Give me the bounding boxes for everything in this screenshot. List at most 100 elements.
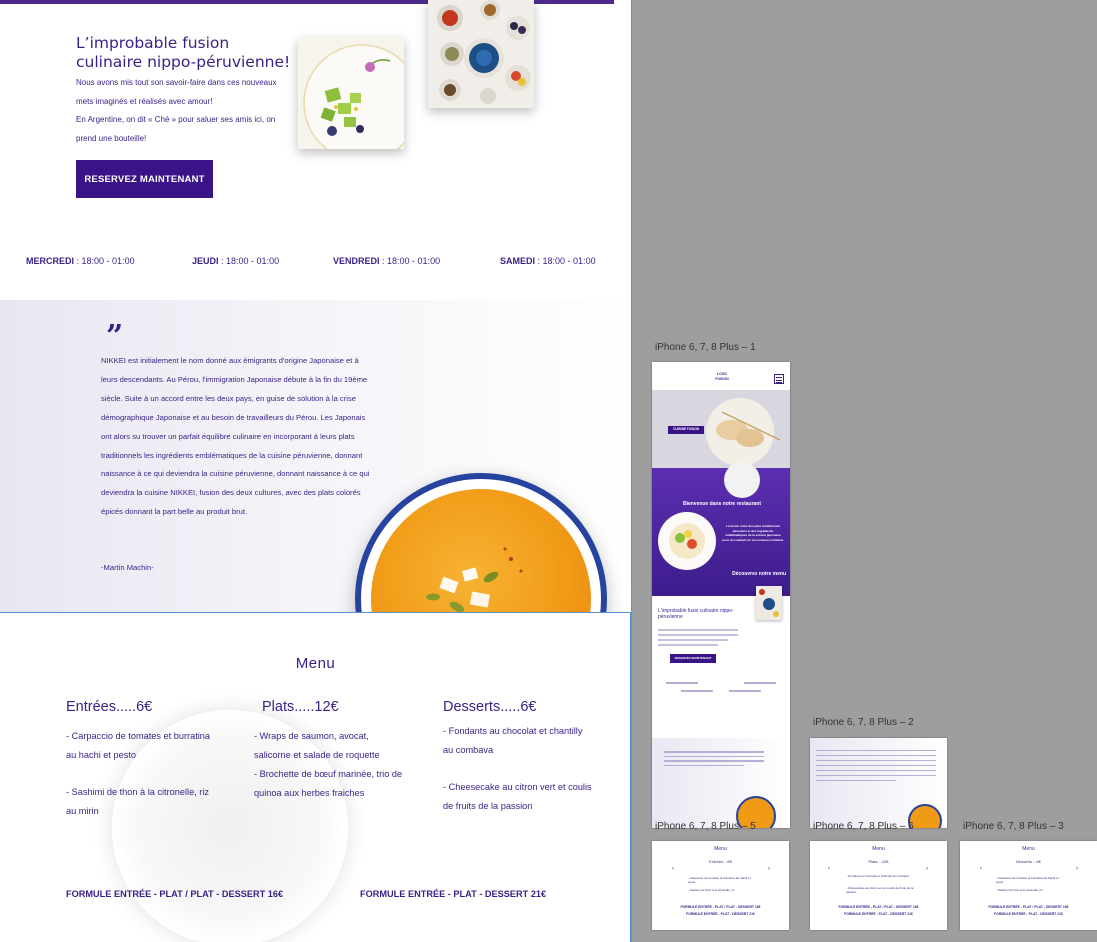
mini-card-line2: - Sashimi de thon à la citronelle, riz <box>688 888 735 892</box>
artboard-label-2[interactable]: iPhone 6, 7, 8 Plus – 2 <box>813 717 914 728</box>
mini-card-head: Entrées....6€ <box>709 859 732 864</box>
artboard-label-1[interactable]: iPhone 6, 7, 8 Plus – 1 <box>655 342 756 353</box>
prev-arrow-icon[interactable]: ‹ <box>828 866 845 872</box>
mini-welcome-blurb: La fusion entre des plats traditionnels … <box>722 524 784 542</box>
hours-wednesday: MERCREDI : 18:00 - 01:00 <box>26 256 135 266</box>
entrees-list: - Carpaccio de tomates et burratina au h… <box>66 727 246 821</box>
mini-card-line1: - Fondants au chocolat et chantilly au c… <box>846 874 909 878</box>
mini-formula-2: FORMULE ENTRÉE - PLAT - DESSERT 21€ <box>994 912 1063 916</box>
hours-saturday: SAMEDI : 18:00 - 01:00 <box>500 256 596 266</box>
mini-quote-lines <box>816 746 936 785</box>
day-label: JEUDI <box>192 256 219 266</box>
mini-discover: Découvrez notre menu <box>732 571 786 577</box>
desktop-artboard: L’improbable fusion culinaire nippo-péru… <box>0 0 631 942</box>
canvas-divider <box>631 0 632 942</box>
mini-hero-paragraph <box>658 626 738 649</box>
formula-16: FORMULE ENTRÉE - PLAT / PLAT - DESSERT 1… <box>66 889 284 899</box>
mini-card-line1: - Carpaccio de tomates et burratina au h… <box>688 876 751 884</box>
mini-hero-title: L'improbable fusio culinaire nippo-péruv… <box>658 608 734 620</box>
menu-line: - Sashimi de thon à la citronelle, riz <box>66 787 209 797</box>
menu-line: au hachi et pesto <box>66 750 136 760</box>
mini-menu-title: Menu <box>714 846 727 852</box>
time-range: 18:00 - 01:00 <box>387 256 441 266</box>
menu-line: - Wraps de saumon, avocat, <box>254 731 369 741</box>
mini-badge-label: CUISINE FUSION <box>673 427 699 431</box>
entrees-title: Entrées.....6€ <box>66 699 153 715</box>
next-arrow-icon[interactable]: › <box>1076 866 1093 872</box>
mini-card-head: Desserts....6€ <box>1016 859 1041 864</box>
quote-text: NIKKEI est initialement le nom donné aux… <box>101 356 370 517</box>
mini-reserve-label: RESERVEZ MAINTENANT <box>674 656 712 660</box>
hero-title-line1: L’improbable fusion <box>76 34 230 52</box>
artboard-label-5[interactable]: iPhone 6, 7, 8 Plus – 5 <box>655 821 756 832</box>
hamburger-menu-icon[interactable] <box>774 374 784 384</box>
prev-arrow-icon[interactable]: ‹ <box>980 866 997 872</box>
time-range: 18:00 - 01:00 <box>542 256 596 266</box>
iphone-artboard-2[interactable] <box>810 738 947 828</box>
iphone-artboard-3[interactable]: Menu Desserts....6€ ‹ › - Carpaccio de t… <box>960 841 1097 930</box>
desserts-title: Desserts.....6€ <box>443 699 537 715</box>
mini-formula-1: FORMULE ENTRÉE - PLAT / PLAT - DESSERT 1… <box>680 905 761 909</box>
mini-card-line2: - Cheesecake au citron vert et coulis de… <box>846 886 914 894</box>
menu-line: au combava <box>443 745 494 755</box>
menu-line: - Cheesecake au citron vert et coulis <box>443 782 592 792</box>
mini-spice-art <box>759 589 779 617</box>
next-arrow-icon[interactable]: › <box>768 866 785 872</box>
menu-line: au mirin <box>66 806 99 816</box>
next-arrow-icon[interactable]: › <box>926 866 943 872</box>
plats-title: Plats.....12€ <box>262 699 339 715</box>
day-label: SAMEDI <box>500 256 536 266</box>
mini-formula-1: FORMULE ENTRÉE - PLAT / PLAT - DESSERT 1… <box>988 905 1069 909</box>
hero-title-line2: culinaire nippo-péruvienne! <box>76 53 291 71</box>
hero-title: L’improbable fusion culinaire nippo-péru… <box>76 34 306 72</box>
iphone-artboard-5[interactable]: Menu Entrées....6€ ‹ › - Carpaccio de to… <box>652 841 789 930</box>
hero-paragraph-2: En Argentine, on dit « Ché » pour saluer… <box>76 115 276 143</box>
prev-arrow-icon[interactable]: ‹ <box>672 866 689 872</box>
mini-menu-title: Menu <box>1022 846 1035 852</box>
reserve-button[interactable]: RESERVEZ MAINTENANT <box>76 160 213 198</box>
formula-21: FORMULE ENTRÉE - PLAT - DESSERT 21€ <box>360 889 547 899</box>
menu-line: - Fondants au chocolat et chantilly <box>443 726 583 736</box>
mini-menu-title: Menu <box>872 846 885 852</box>
iphone-artboard-1[interactable]: LOGO FUSION CUISINE FUSION Bienvenue dan… <box>652 362 790 828</box>
mini-formula-2: FORMULE ENTRÉE - PLAT - DESSERT 21€ <box>686 912 755 916</box>
artboard-label-3[interactable]: iPhone 6, 7, 8 Plus – 3 <box>963 821 1064 832</box>
menu-line <box>66 765 246 783</box>
menu-line: quinoa aux herbes fraiches <box>254 788 365 798</box>
mini-formula-1: FORMULE ENTRÉE - PLAT / PLAT - DESSERT 1… <box>838 905 919 909</box>
day-label: VENDREDI <box>333 256 380 266</box>
mini-formula-2: FORMULE ENTRÉE - PLAT - DESSERT 21€ <box>844 912 913 916</box>
mini-card-line2: - Sashimi de thon à la citronelle, riz <box>996 888 1043 892</box>
mini-hours <box>666 682 776 692</box>
mini-quote-section <box>652 738 790 828</box>
plats-list: - Wraps de saumon, avocat, salicorne et … <box>254 727 434 803</box>
menu-line: - Carpaccio de tomates et burratina <box>66 731 211 741</box>
mini-dish-image <box>658 512 716 570</box>
artboard-label-6[interactable]: iPhone 6, 7, 8 Plus – 6 <box>813 821 914 832</box>
mini-welcome-title: Bienvenue dans notre restaurant <box>682 501 762 507</box>
mini-logo: LOGO FUSION <box>715 372 729 381</box>
menu-line: - Brochette de bœuf marinée, trio de <box>254 769 403 779</box>
mini-spice-image <box>756 586 782 620</box>
menu-line: salicorne et salade de roquette <box>254 750 380 760</box>
spice-bowls-photo <box>428 0 534 108</box>
kiwi-dish-image <box>303 44 404 149</box>
mini-dish-art <box>669 523 705 559</box>
mini-card-head: Plats....12€ <box>868 859 889 864</box>
desserts-list: - Fondants au chocolat et chantilly au c… <box>443 722 623 816</box>
time-range: 18:00 - 01:00 <box>81 256 135 266</box>
quote-author: -Martin Machin- <box>101 563 154 572</box>
kiwi-dish-photo <box>298 37 404 149</box>
mini-card-line1: - Carpaccio de tomates et burratina au h… <box>996 876 1059 884</box>
quote-mark-icon: ” <box>106 319 124 354</box>
menu-line: de fruits de la passion <box>443 801 533 811</box>
spice-bowls-image <box>437 0 531 104</box>
rice-bowl-image <box>724 462 760 498</box>
time-range: 18:00 - 01:00 <box>226 256 280 266</box>
iphone-artboard-6[interactable]: Menu Plats....12€ ‹ › - Fondants au choc… <box>810 841 947 930</box>
menu-line <box>443 760 623 778</box>
menu-title: Menu <box>295 655 336 672</box>
hours-thursday: JEUDI : 18:00 - 01:00 <box>192 256 280 266</box>
hours-friday: VENDREDI : 18:00 - 01:00 <box>333 256 441 266</box>
hero-paragraph-1: Nous avons mis tout son savoir-faire dan… <box>76 78 277 106</box>
